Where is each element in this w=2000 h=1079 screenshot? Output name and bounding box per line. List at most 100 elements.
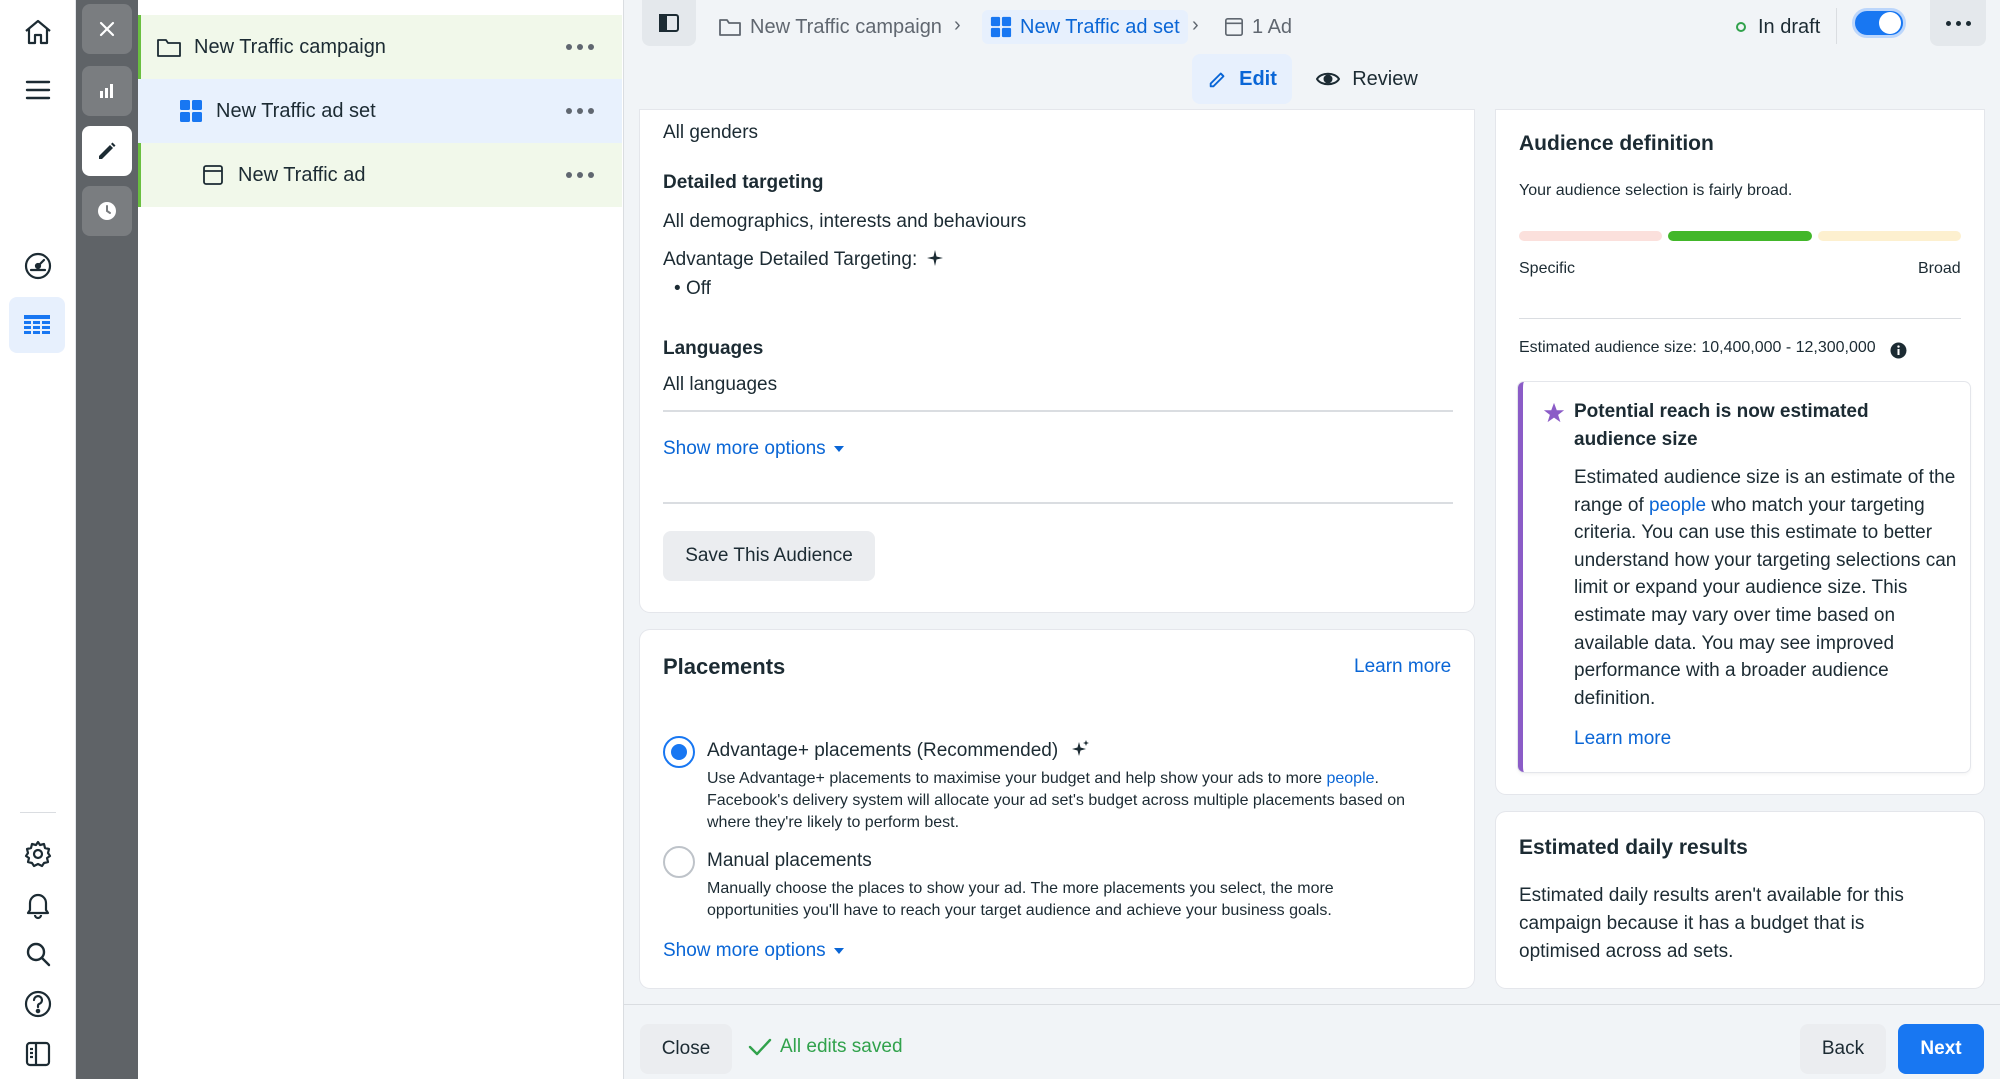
next-button[interactable]: Next — [1898, 1024, 1984, 1074]
audience-definition-title: Audience definition — [1519, 132, 1714, 155]
ad-set-grid-icon — [178, 98, 204, 124]
advantage-placements-description: Use Advantage+ placements to maximise yo… — [707, 770, 1406, 831]
notice-learn-more-link[interactable]: Learn more — [1574, 728, 1671, 750]
menu-icon[interactable] — [18, 70, 58, 110]
detailed-targeting-label: Detailed targeting — [663, 172, 824, 193]
people-link[interactable]: people — [1326, 770, 1374, 787]
status-dot-icon — [1736, 22, 1746, 32]
tree-item-ad-set[interactable]: New Traffic ad set — [138, 79, 622, 143]
checkmark-icon — [748, 1038, 772, 1056]
history-button[interactable] — [82, 186, 132, 236]
settings-gear-icon[interactable] — [18, 834, 58, 874]
search-icon[interactable] — [18, 934, 58, 974]
pencil-icon — [99, 142, 116, 159]
ad-set-on-off-toggle[interactable] — [1852, 8, 1906, 38]
info-icon[interactable] — [1890, 342, 1907, 359]
help-question-icon[interactable] — [18, 984, 58, 1024]
folder-icon — [719, 19, 741, 36]
sparkle-icon — [927, 250, 943, 266]
clock-icon — [98, 202, 116, 220]
ads-manager-table-icon[interactable] — [9, 297, 65, 353]
audience-definition-subtitle: Your audience selection is fairly broad. — [1519, 182, 1793, 199]
people-link[interactable]: people — [1649, 495, 1706, 516]
star-icon — [1543, 402, 1565, 423]
meter-middle-segment-active — [1668, 231, 1812, 241]
meter-specific-label: Specific — [1519, 260, 1576, 277]
advantage-detailed-targeting-label: Advantage Detailed Targeting: — [663, 249, 918, 270]
advantage-placements-title: Advantage+ placements (Recommended) — [707, 740, 1059, 761]
notifications-bell-icon[interactable] — [18, 884, 58, 924]
meter-broad-label: Broad — [1918, 260, 1961, 277]
languages-label: Languages — [663, 338, 764, 359]
folder-icon — [156, 34, 182, 60]
tab-review[interactable]: Review — [1312, 54, 1422, 104]
divider — [1519, 318, 1961, 319]
side-panel-icon[interactable] — [18, 1034, 58, 1074]
sparkle-icon — [1072, 740, 1089, 756]
manual-placements-title: Manual placements — [707, 850, 872, 871]
advantage-detailed-targeting-value: • Off — [674, 278, 711, 299]
advantage-placements-radio[interactable] — [663, 736, 695, 768]
close-button[interactable]: Close — [640, 1024, 732, 1074]
reporting-button[interactable] — [82, 66, 132, 116]
status-badge: In draft — [1736, 10, 1820, 44]
save-audience-button[interactable]: Save This Audience — [663, 531, 875, 581]
manual-placements-description: Manually choose the places to show your … — [707, 880, 1334, 919]
tree-item-label: New Traffic ad — [238, 163, 366, 186]
notice-body: Estimated audience size is an estimate o… — [1574, 467, 1957, 709]
notice-title: Potential reach is now estimated audienc… — [1574, 401, 1869, 450]
ad-set-grid-icon — [990, 16, 1012, 38]
estimated-audience-size: Estimated audience size: 10,400,000 - 12… — [1519, 339, 1876, 356]
daily-results-title: Estimated daily results — [1519, 836, 1748, 859]
chevron-right-icon: › — [1192, 14, 1199, 36]
campaign-tree: New Traffic campaign New Traffic ad set … — [138, 0, 624, 1079]
chevron-right-icon: › — [954, 14, 961, 36]
eye-icon — [1316, 72, 1341, 86]
more-actions-button[interactable] — [1930, 0, 1986, 46]
show-more-options-link[interactable]: Show more options — [663, 438, 844, 460]
breadcrumb-ad[interactable]: 1 Ad — [1224, 10, 1292, 44]
edit-mode-button[interactable] — [82, 126, 132, 176]
tab-edit[interactable]: Edit — [1192, 54, 1292, 104]
tree-item-ad[interactable]: New Traffic ad — [138, 143, 622, 207]
editor-header: New Traffic campaign › New Traffic ad se… — [624, 0, 2000, 115]
placements-title: Placements — [663, 654, 786, 679]
global-nav — [0, 0, 76, 1079]
sidebar-toggle-icon — [659, 14, 679, 32]
pencil-icon — [1209, 72, 1225, 88]
more-options-icon[interactable] — [566, 99, 594, 123]
breadcrumb-campaign[interactable]: New Traffic campaign — [718, 10, 942, 44]
back-button[interactable]: Back — [1800, 1024, 1886, 1074]
bar-chart-icon — [100, 84, 113, 98]
detailed-targeting-value: All demographics, interests and behaviou… — [663, 211, 1027, 232]
caret-down-icon — [833, 445, 844, 452]
estimated-daily-results-card: Estimated daily results Estimated daily … — [1496, 812, 1984, 988]
daily-results-body: Estimated daily results aren't available… — [1519, 885, 1904, 962]
close-icon — [99, 21, 115, 37]
estimated-audience-notice: Potential reach is now estimated audienc… — [1518, 382, 1970, 772]
editor-footer: Close All edits saved Back Next — [624, 1004, 2000, 1079]
placements-card: Placements Learn more Advantage+ placeme… — [640, 630, 1474, 988]
tree-item-campaign[interactable]: New Traffic campaign — [138, 15, 622, 79]
placements-show-more-options-link[interactable]: Show more options — [663, 940, 844, 962]
ad-icon — [1225, 18, 1243, 36]
breadcrumb-ad-set[interactable]: New Traffic ad set — [982, 10, 1188, 44]
caret-down-icon — [833, 947, 844, 954]
tree-item-label: New Traffic campaign — [194, 35, 386, 58]
toggle-tree-panel-button[interactable] — [642, 0, 696, 46]
more-options-icon[interactable] — [566, 163, 594, 187]
ad-icon — [200, 162, 226, 188]
tree-item-label: New Traffic ad set — [216, 99, 376, 122]
divider — [663, 502, 1453, 504]
genders-value: All genders — [663, 122, 759, 143]
nav-divider — [20, 812, 56, 813]
placements-learn-more-link[interactable]: Learn more — [1354, 656, 1451, 678]
dashboard-gauge-icon[interactable] — [18, 246, 58, 286]
languages-value: All languages — [663, 374, 778, 395]
more-options-icon[interactable] — [566, 35, 594, 59]
home-icon[interactable] — [18, 12, 58, 52]
header-divider — [1836, 8, 1837, 44]
manual-placements-radio[interactable] — [663, 846, 695, 878]
close-editor-button[interactable] — [82, 4, 132, 54]
meter-broad-segment — [1818, 231, 1961, 241]
